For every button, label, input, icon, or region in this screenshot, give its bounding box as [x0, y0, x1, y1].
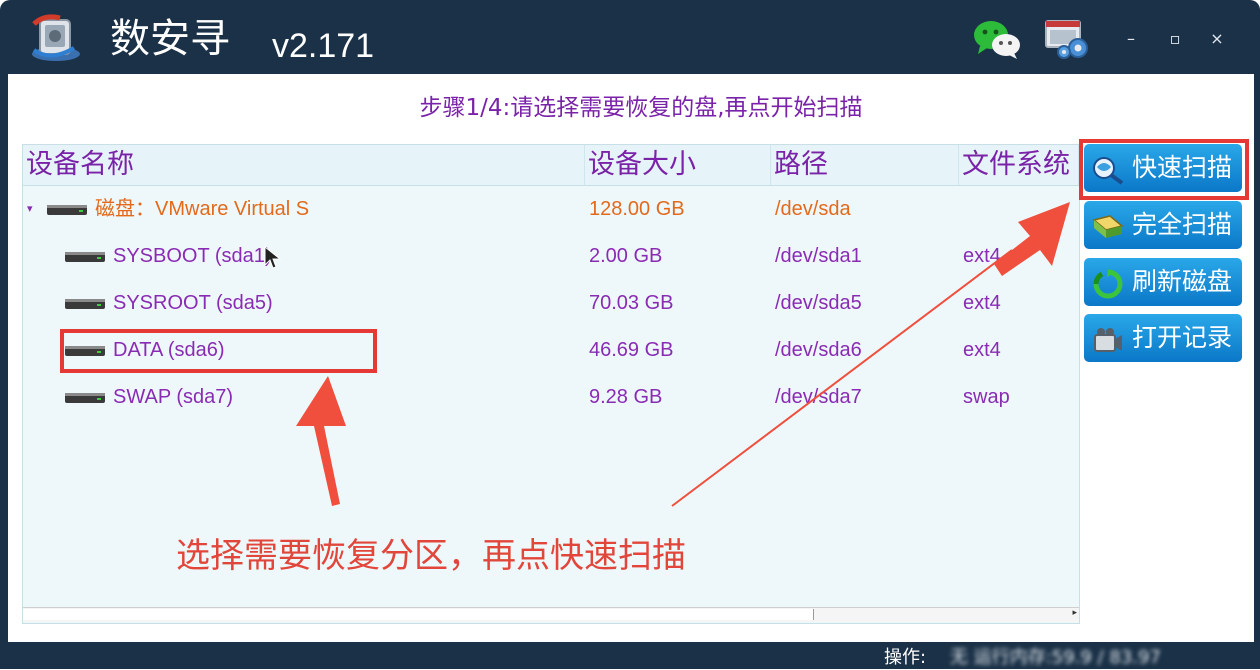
- table-row[interactable]: SYSBOOT (sda1) 2.00 GB /dev/sda1 ext4: [23, 233, 1079, 279]
- table-row[interactable]: ▾ 磁盘：VMware Virtual S 128.00 GB /dev/sda: [23, 186, 1079, 232]
- device-path: /dev/sda6: [775, 339, 862, 361]
- step-instruction: 步骤1/4:请选择需要恢复的盘,再点开始扫描: [419, 95, 863, 121]
- table-row[interactable]: SYSROOT (sda5) 70.03 GB /dev/sda5 ext4: [23, 280, 1079, 326]
- full-scan-label: 完全扫描: [1132, 210, 1233, 239]
- table-header: 设备名称 设备大小 路径 文件系统: [23, 145, 1079, 186]
- device-size: 128.00 GB: [589, 198, 685, 220]
- expand-arrow-icon[interactable]: ▾: [27, 186, 33, 232]
- device-path: /dev/sda5: [775, 292, 862, 314]
- header-path[interactable]: 路径: [771, 145, 959, 185]
- wechat-icon[interactable]: [972, 18, 1022, 60]
- refresh-disk-label: 刷新磁盘: [1132, 267, 1233, 296]
- data-partition-highlight-box: [60, 329, 377, 373]
- device-size: 9.28 GB: [589, 386, 663, 408]
- app-logo-icon: [30, 14, 82, 64]
- mouse-cursor-icon: [264, 246, 282, 269]
- scrollbar-thumb[interactable]: [23, 609, 814, 620]
- device-fs: ext4: [963, 245, 1001, 267]
- device-fs: ext4: [963, 339, 1001, 361]
- device-name: SYSROOT (sda5): [113, 292, 273, 314]
- quick-scan-highlight-box: [1079, 139, 1249, 200]
- device-fs: swap: [963, 386, 1010, 408]
- device-path: /dev/sda: [775, 198, 851, 220]
- header-device-size[interactable]: 设备大小: [585, 145, 771, 185]
- title-bar: 数安寻 v2.171 – ▫ ×: [0, 0, 1260, 74]
- table-row[interactable]: SWAP (sda7) 9.28 GB /dev/sda7 swap: [23, 374, 1079, 420]
- horizontal-scrollbar[interactable]: ▸: [23, 607, 1079, 622]
- refresh-icon: [1092, 267, 1124, 299]
- close-button[interactable]: ×: [1204, 26, 1230, 52]
- settings-gear-icon[interactable]: [1044, 18, 1092, 60]
- header-device-name[interactable]: 设备名称: [23, 145, 585, 185]
- device-size: 46.69 GB: [589, 339, 674, 361]
- status-bar: 操作: 无 运行内存:59.9 / 83.97: [0, 642, 1260, 669]
- open-record-label: 打开记录: [1132, 323, 1233, 352]
- app-version: v2.171: [272, 27, 375, 65]
- hard-drive-icon: [65, 390, 105, 404]
- hard-drive-icon: [65, 296, 105, 310]
- device-name: SWAP (sda7): [113, 386, 234, 408]
- status-label: 操作:: [884, 647, 927, 668]
- header-filesystem[interactable]: 文件系统: [959, 145, 1079, 185]
- hard-drive-icon: [65, 249, 105, 263]
- full-scan-icon: [1092, 210, 1124, 240]
- camera-record-icon: [1092, 323, 1124, 353]
- open-record-button[interactable]: 打开记录: [1084, 314, 1242, 362]
- maximize-button[interactable]: ▫: [1162, 26, 1188, 52]
- full-scan-button[interactable]: 完全扫描: [1084, 201, 1242, 249]
- status-value: 无 运行内存:59.9 / 83.97: [950, 647, 1161, 668]
- device-name: 磁盘：VMware Virtual S: [95, 198, 310, 220]
- minimize-button[interactable]: –: [1118, 26, 1144, 52]
- device-path: /dev/sda1: [775, 245, 862, 267]
- device-name: SYSBOOT (sda1): [113, 245, 272, 267]
- refresh-disk-button[interactable]: 刷新磁盘: [1084, 258, 1242, 306]
- hard-drive-icon: [47, 202, 87, 216]
- scroll-right-arrow-icon[interactable]: ▸: [1072, 608, 1077, 618]
- app-title: 数安寻: [110, 16, 230, 62]
- device-size: 70.03 GB: [589, 292, 674, 314]
- device-path: /dev/sda7: [775, 386, 862, 408]
- annotation-text: 选择需要恢复分区，再点快速扫描: [176, 536, 686, 576]
- device-fs: ext4: [963, 292, 1001, 314]
- device-size: 2.00 GB: [589, 245, 663, 267]
